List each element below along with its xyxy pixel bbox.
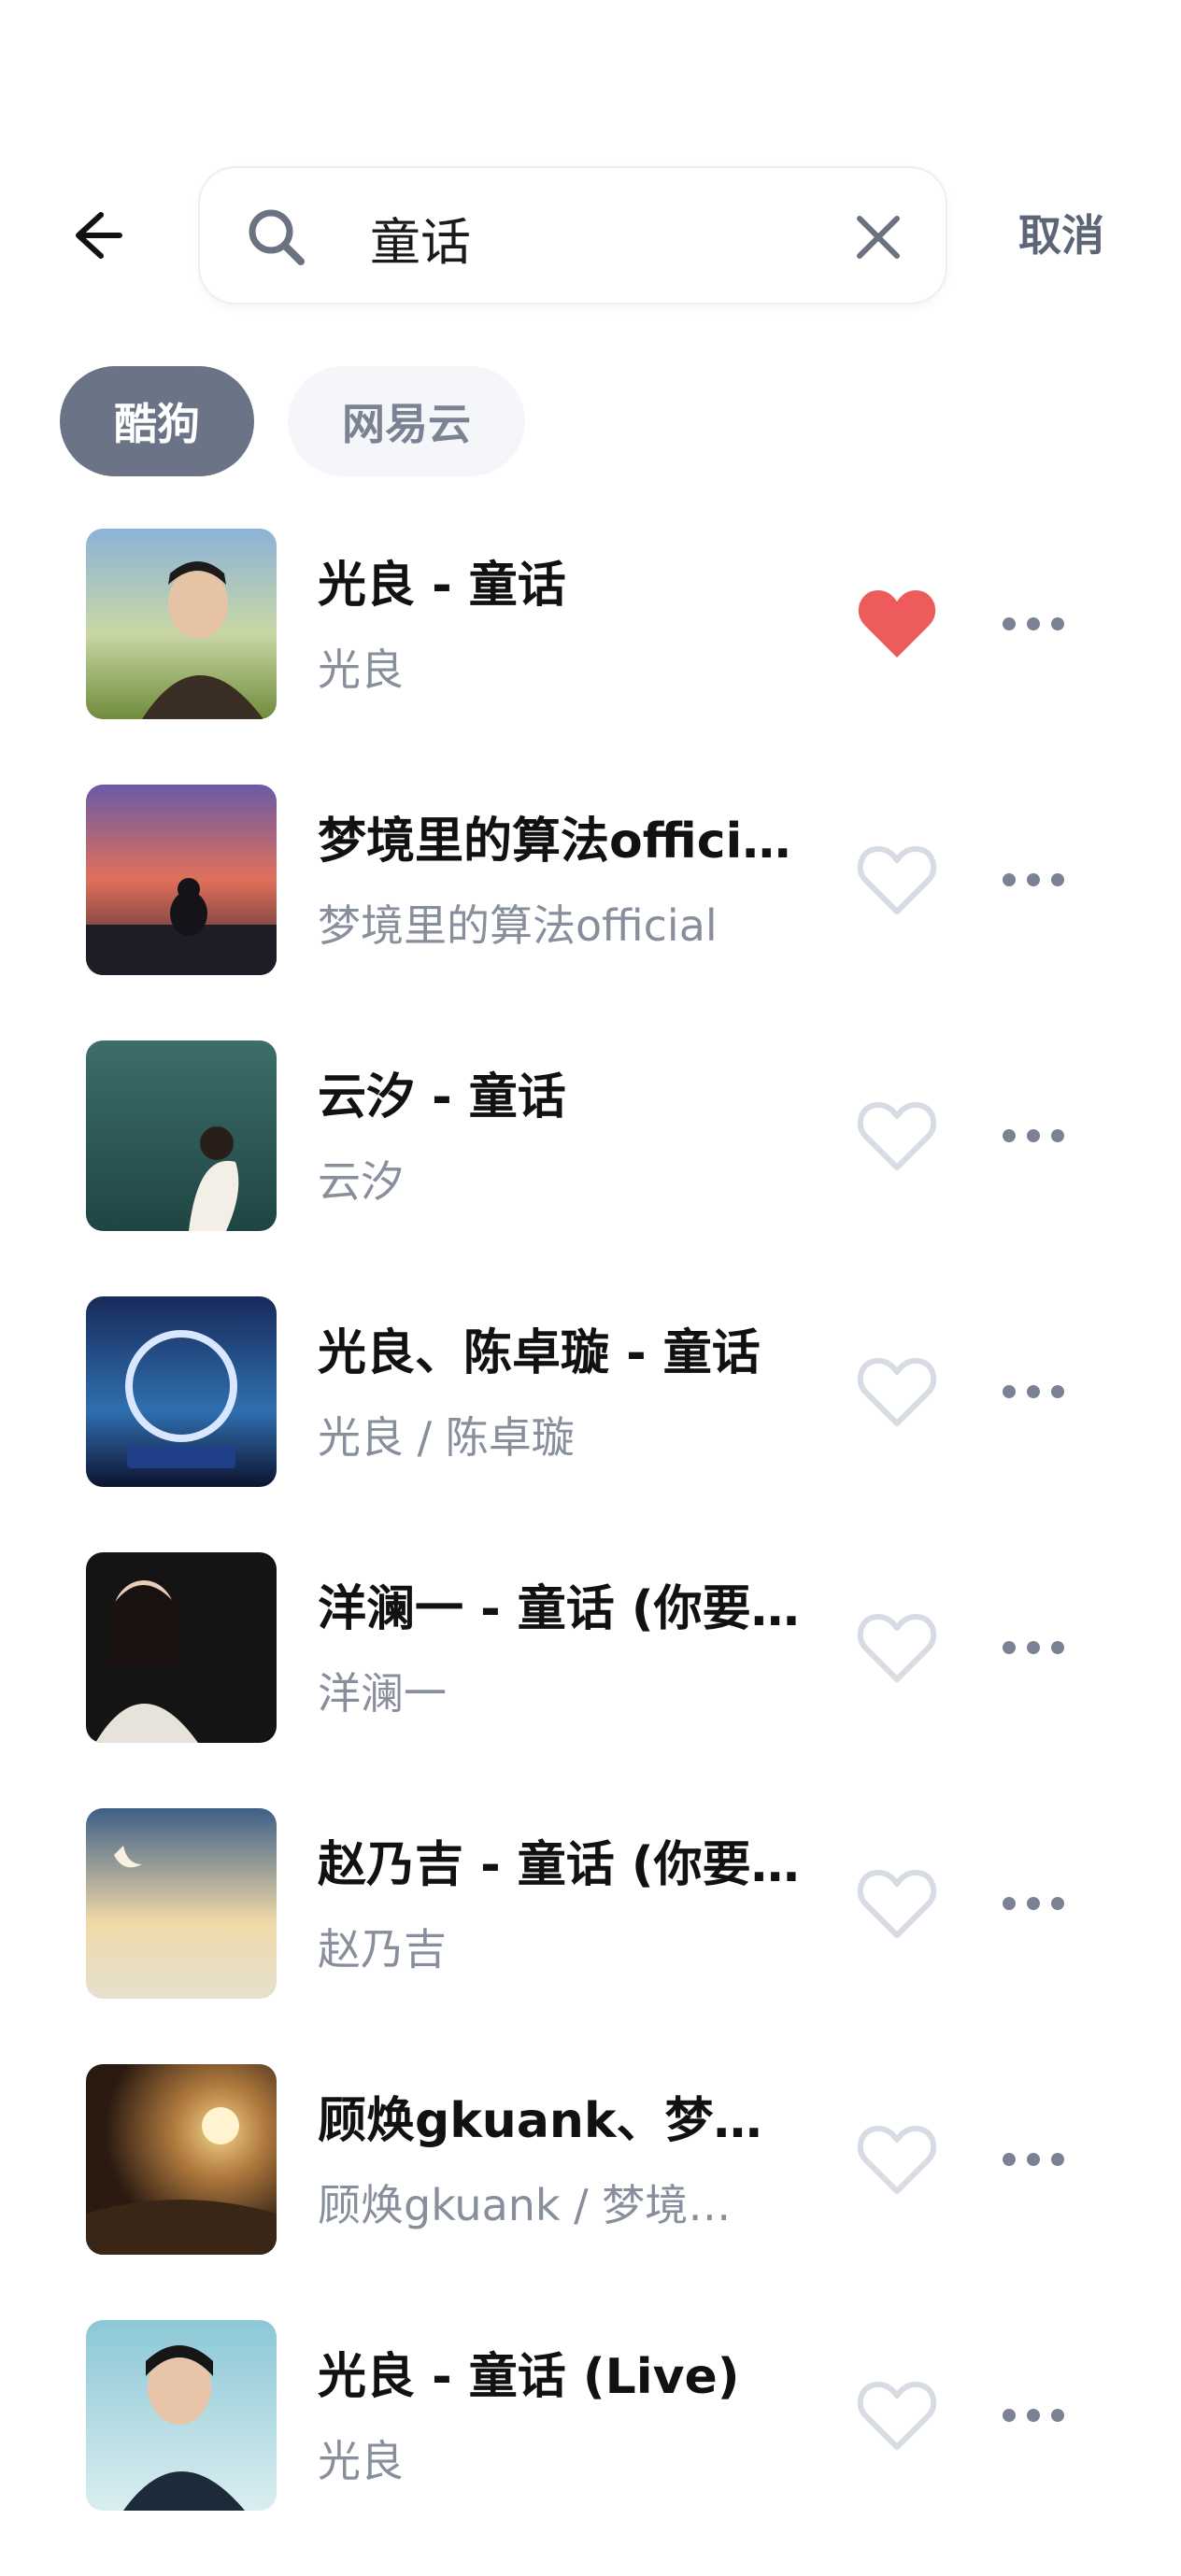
heart-icon[interactable] [854, 1864, 940, 1943]
song-title: 光良 - 童话 [318, 558, 566, 614]
song-row[interactable]: 赵乃吉 - 童话 (你要相信) 赵乃吉 [0, 1808, 1181, 2064]
song-artist: 光良 [318, 2436, 404, 2486]
heart-icon[interactable] [854, 2376, 940, 2455]
top-bar: 取消 [0, 166, 1181, 304]
heart-icon[interactable] [854, 585, 940, 663]
more-dots-icon[interactable] [996, 1623, 1071, 1672]
song-row[interactable]: 云汐 - 童话 云汐 [0, 1040, 1181, 1296]
more-dots-icon[interactable] [996, 856, 1071, 904]
song-title: 光良、陈卓璇 - 童话 [318, 1325, 761, 1381]
search-box[interactable] [198, 166, 947, 304]
heart-icon[interactable] [854, 1608, 940, 1687]
song-artist: 洋澜一 [318, 1668, 447, 1719]
search-icon [249, 209, 305, 265]
song-title: 赵乃吉 - 童话 (你要相信) [318, 1837, 804, 1893]
tab-netease[interactable]: 网易云 [288, 366, 525, 476]
song-artist: 梦境里的算法official [318, 900, 718, 951]
arrow-left-icon [76, 212, 122, 259]
close-icon[interactable] [845, 204, 912, 271]
song-row[interactable]: 光良、陈卓璇 - 童话 光良 / 陈卓璇 [0, 1296, 1181, 1552]
more-dots-icon[interactable] [996, 600, 1071, 648]
tab-kugou[interactable]: 酷狗 [60, 366, 254, 476]
heart-icon[interactable] [854, 841, 940, 919]
heart-icon[interactable] [854, 2120, 940, 2199]
song-title: 顾焕gkuank、梦境里的算法official - 童话 [318, 2093, 804, 2149]
album-cover [86, 1296, 277, 1487]
album-cover [86, 1808, 277, 1999]
song-row[interactable]: 顾焕gkuank、梦境里的算法official - 童话 顾焕gkuank / … [0, 2064, 1181, 2320]
song-artist: 云汐 [318, 1156, 404, 1207]
back-button[interactable] [56, 198, 131, 273]
heart-icon[interactable] [854, 1097, 940, 1175]
song-row[interactable]: 梦境里的算法official - 童话 梦境里的算法official [0, 785, 1181, 1040]
heart-icon[interactable] [854, 1352, 940, 1431]
song-artist: 顾焕gkuank / 梦境里的算法official [318, 2180, 766, 2230]
song-title: 洋澜一 - 童话 (你要相信) [318, 1581, 804, 1637]
album-cover [86, 2320, 277, 2511]
song-artist: 赵乃吉 [318, 1924, 447, 1974]
search-input[interactable] [370, 194, 818, 280]
album-cover [86, 2064, 277, 2255]
more-dots-icon[interactable] [996, 2135, 1071, 2184]
more-dots-icon[interactable] [996, 1111, 1071, 1160]
more-dots-icon[interactable] [996, 1879, 1071, 1928]
song-artist: 光良 [318, 644, 404, 695]
source-tabs: 酷狗 网易云 [60, 366, 525, 476]
album-cover [86, 785, 277, 975]
more-dots-icon[interactable] [996, 2391, 1071, 2440]
album-cover [86, 1552, 277, 1743]
song-row[interactable]: 洋澜一 - 童话 (你要相信) 洋澜一 [0, 1552, 1181, 1808]
song-artist: 光良 / 陈卓璇 [318, 1412, 575, 1463]
song-row[interactable]: 光良 - 童话 光良 [0, 529, 1181, 785]
song-title: 梦境里的算法official - 童话 [318, 814, 804, 870]
song-row[interactable]: 光良 - 童话 (Live) 光良 [0, 2320, 1181, 2576]
song-title: 光良 - 童话 (Live) [318, 2349, 740, 2405]
song-list: 光良 - 童话 光良 梦境里的算法official - 童话 梦境里的算法off… [0, 529, 1181, 2576]
album-cover [86, 529, 277, 719]
more-dots-icon[interactable] [996, 1367, 1071, 1416]
song-title: 云汐 - 童话 [318, 1069, 566, 1125]
cancel-button[interactable]: 取消 [1018, 205, 1104, 265]
album-cover [86, 1040, 277, 1231]
